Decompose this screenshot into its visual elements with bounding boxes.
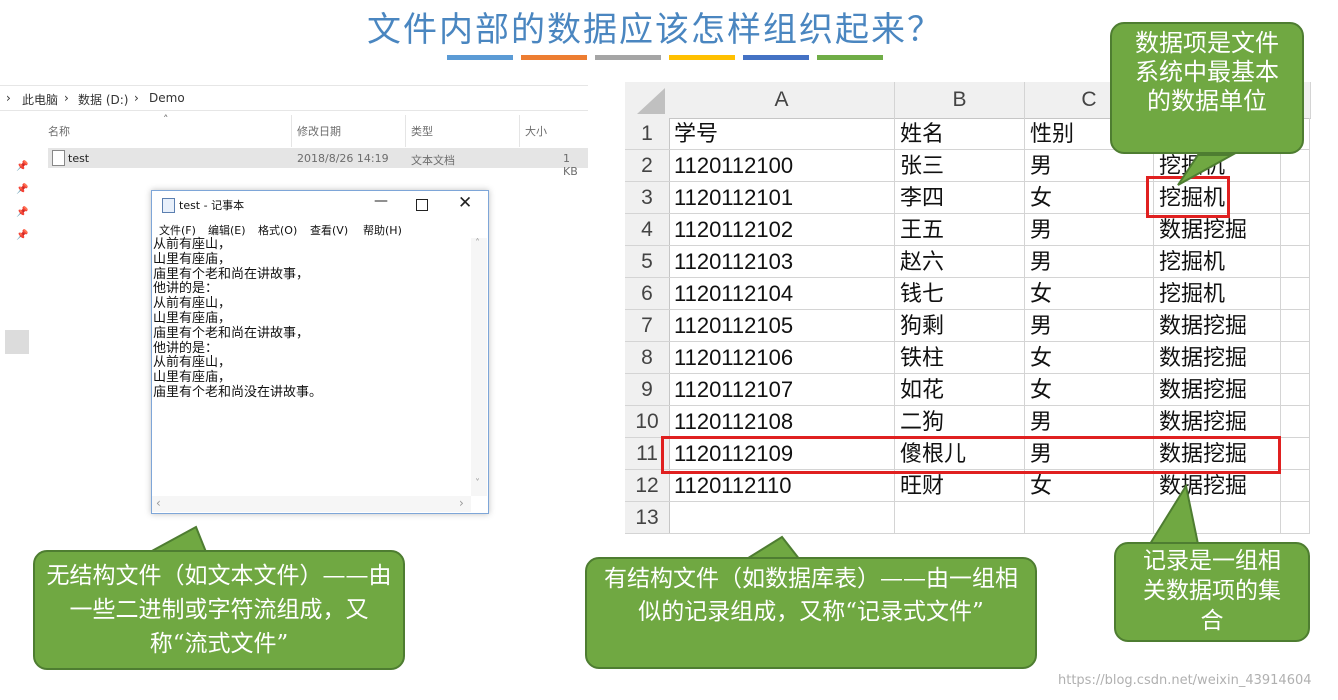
callout-data-item-text: 数据项是文件系统中最基本的数据单位 <box>1135 29 1279 115</box>
data-item-pointer <box>1177 154 1236 186</box>
callout-unstructured-text: 无结构文件（如文本文件）——由一些二进制或字符流组成，又称“流式文件” <box>46 563 392 657</box>
callout-unstructured: 无结构文件（如文本文件）——由一些二进制或字符流组成，又称“流式文件” <box>33 550 405 670</box>
record-pointer <box>1148 483 1200 545</box>
unstructured-pointer <box>149 525 208 553</box>
watermark: https://blog.csdn.net/weixin_43914604 <box>1058 673 1312 688</box>
callout-structured-text: 有结构文件（如数据库表）——由一组相似的记录组成，又称“记录式文件” <box>604 566 1018 625</box>
callout-data-item: 数据项是文件系统中最基本的数据单位 <box>1110 22 1304 154</box>
callout-record: 记录是一组相关数据项的集合 <box>1114 542 1310 642</box>
callout-structured: 有结构文件（如数据库表）——由一组相似的记录组成，又称“记录式文件” <box>585 557 1037 669</box>
callout-record-text: 记录是一组相关数据项的集合 <box>1143 548 1281 634</box>
